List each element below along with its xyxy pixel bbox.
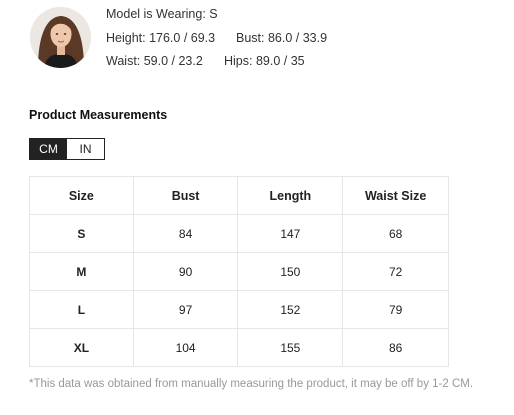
table-row: L 97 152 79 (29, 290, 449, 329)
bust-cell: 90 (132, 252, 239, 291)
table-row: S 84 147 68 (29, 214, 449, 253)
model-height: Height: 176.0 / 69.3 (106, 31, 216, 45)
model-waist: Waist: 59.0 / 23.2 (106, 54, 203, 68)
model-wearing-size: Model is Wearing: S (106, 7, 218, 21)
size-cell: L (29, 290, 134, 329)
length-cell: 150 (237, 252, 344, 291)
table-header-row: Size Bust Length Waist Size (29, 176, 449, 215)
length-cell: 152 (237, 290, 344, 329)
product-measurements-title: Product Measurements (29, 108, 168, 122)
table-row: XL 104 155 86 (29, 328, 449, 367)
unit-toggle: CM IN (29, 138, 105, 160)
model-avatar (30, 7, 91, 68)
length-cell: 147 (237, 214, 344, 253)
waist-cell: 79 (342, 290, 449, 329)
model-hips: Hips: 89.0 / 35 (224, 54, 305, 68)
waist-cell: 86 (342, 328, 449, 367)
measurement-disclaimer: *This data was obtained from manually me… (29, 378, 474, 390)
table-row: M 90 150 72 (29, 252, 449, 291)
waist-cell: 72 (342, 252, 449, 291)
length-cell: 155 (237, 328, 344, 367)
waist-cell: 68 (342, 214, 449, 253)
measurements-table: Size Bust Length Waist Size S 84 147 68 … (29, 176, 449, 367)
size-cell: S (29, 214, 134, 253)
header-waist-size: Waist Size (342, 176, 449, 215)
model-info: Model is Wearing: S Height: 176.0 / 69.3… (30, 6, 500, 72)
size-cell: XL (29, 328, 134, 367)
header-bust: Bust (132, 176, 239, 215)
bust-cell: 104 (132, 328, 239, 367)
bust-cell: 97 (132, 290, 239, 329)
bust-cell: 84 (132, 214, 239, 253)
unit-in-button[interactable]: IN (67, 139, 104, 159)
size-cell: M (29, 252, 134, 291)
model-bust: Bust: 86.0 / 33.9 (236, 31, 328, 45)
unit-cm-button[interactable]: CM (30, 139, 67, 159)
header-length: Length (237, 176, 344, 215)
header-size: Size (29, 176, 134, 215)
